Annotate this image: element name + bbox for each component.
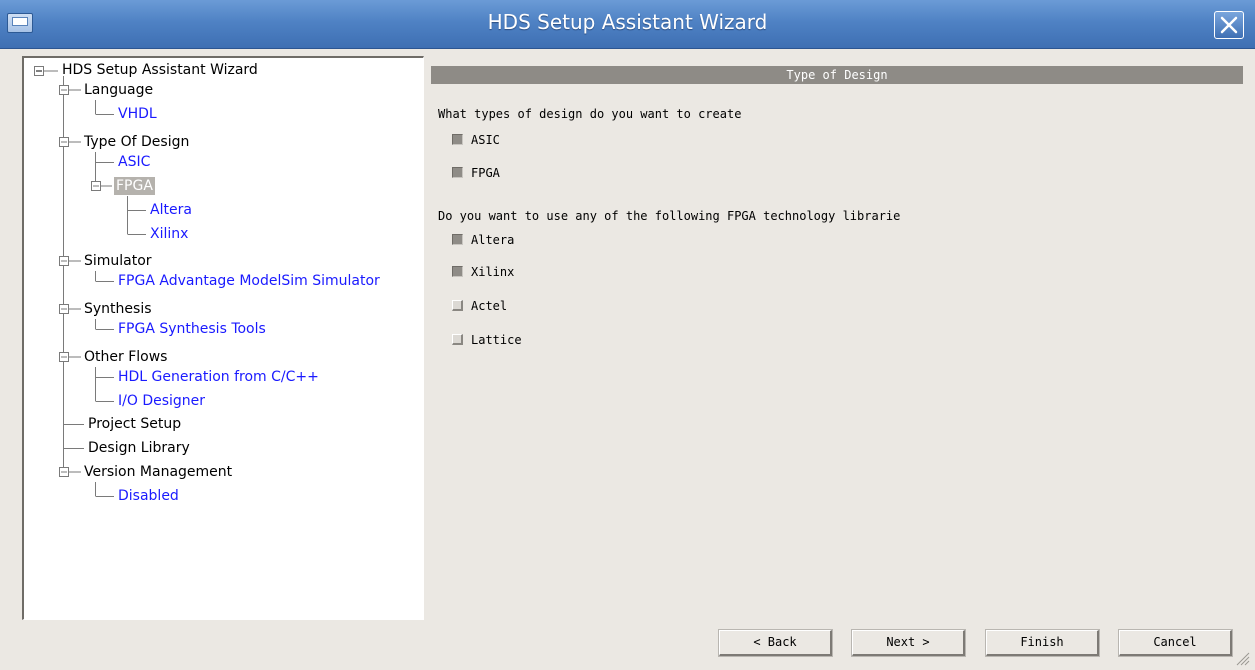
cancel-button[interactable]: Cancel <box>1118 629 1233 657</box>
tree-node-fpga[interactable]: FPGA <box>114 177 155 195</box>
close-icon <box>1220 16 1238 34</box>
fpga-libraries-question: Do you want to use any of the following … <box>438 209 901 223</box>
tree-node-io-designer[interactable]: I/O Designer <box>118 392 205 410</box>
resize-grip-icon[interactable] <box>1234 650 1250 666</box>
lattice-label: Lattice <box>471 333 522 347</box>
finish-button[interactable]: Finish <box>985 629 1100 657</box>
tree-node-other-flows[interactable]: Other Flows <box>84 348 167 366</box>
tree-node-synthesis[interactable]: Synthesis <box>84 300 152 318</box>
tree-node-hdl-generation[interactable]: HDL Generation from C/C++ <box>118 368 319 386</box>
close-button[interactable] <box>1214 11 1244 39</box>
asic-label: ASIC <box>471 133 500 147</box>
tree-node-vhdl[interactable]: VHDL <box>118 105 157 123</box>
fpga-checkbox[interactable] <box>452 167 463 178</box>
title-bar: HDS Setup Assistant Wizard <box>0 0 1255 49</box>
tree-node-project-setup[interactable]: Project Setup <box>88 415 181 433</box>
tree-node-xilinx[interactable]: Xilinx <box>150 225 188 243</box>
tree-node-modelsim[interactable]: FPGA Advantage ModelSim Simulator <box>118 272 380 290</box>
back-button[interactable]: < Back <box>718 629 833 657</box>
altera-label: Altera <box>471 233 515 247</box>
actel-label: Actel <box>471 299 508 313</box>
xilinx-checkbox[interactable] <box>452 266 463 277</box>
tree-node-type-of-design[interactable]: Type Of Design <box>84 133 189 151</box>
tree-node-altera[interactable]: Altera <box>150 201 192 219</box>
next-button[interactable]: Next > <box>851 629 966 657</box>
tree-node-version-management[interactable]: Version Management <box>84 463 232 481</box>
section-header: Type of Design <box>431 66 1243 84</box>
altera-checkbox[interactable] <box>452 234 463 245</box>
asic-checkbox[interactable] <box>452 134 463 145</box>
wizard-tree[interactable]: HDS Setup Assistant Wizard Language VHDL… <box>22 56 424 620</box>
window-title: HDS Setup Assistant Wizard <box>487 10 768 34</box>
tree-node-language[interactable]: Language <box>84 81 153 99</box>
tree-node-disabled[interactable]: Disabled <box>118 487 179 505</box>
xilinx-label: Xilinx <box>471 265 515 279</box>
tree-node-synthesis-tools[interactable]: FPGA Synthesis Tools <box>118 320 266 338</box>
design-types-question: What types of design do you want to crea… <box>438 107 742 121</box>
lattice-checkbox[interactable] <box>452 334 463 345</box>
actel-checkbox[interactable] <box>452 300 463 311</box>
tree-node-design-library[interactable]: Design Library <box>88 439 190 457</box>
tree-node-simulator[interactable]: Simulator <box>84 252 152 270</box>
tree-node-root[interactable]: HDS Setup Assistant Wizard <box>62 61 258 79</box>
fpga-label: FPGA <box>471 166 500 180</box>
tree-node-asic[interactable]: ASIC <box>118 153 150 171</box>
